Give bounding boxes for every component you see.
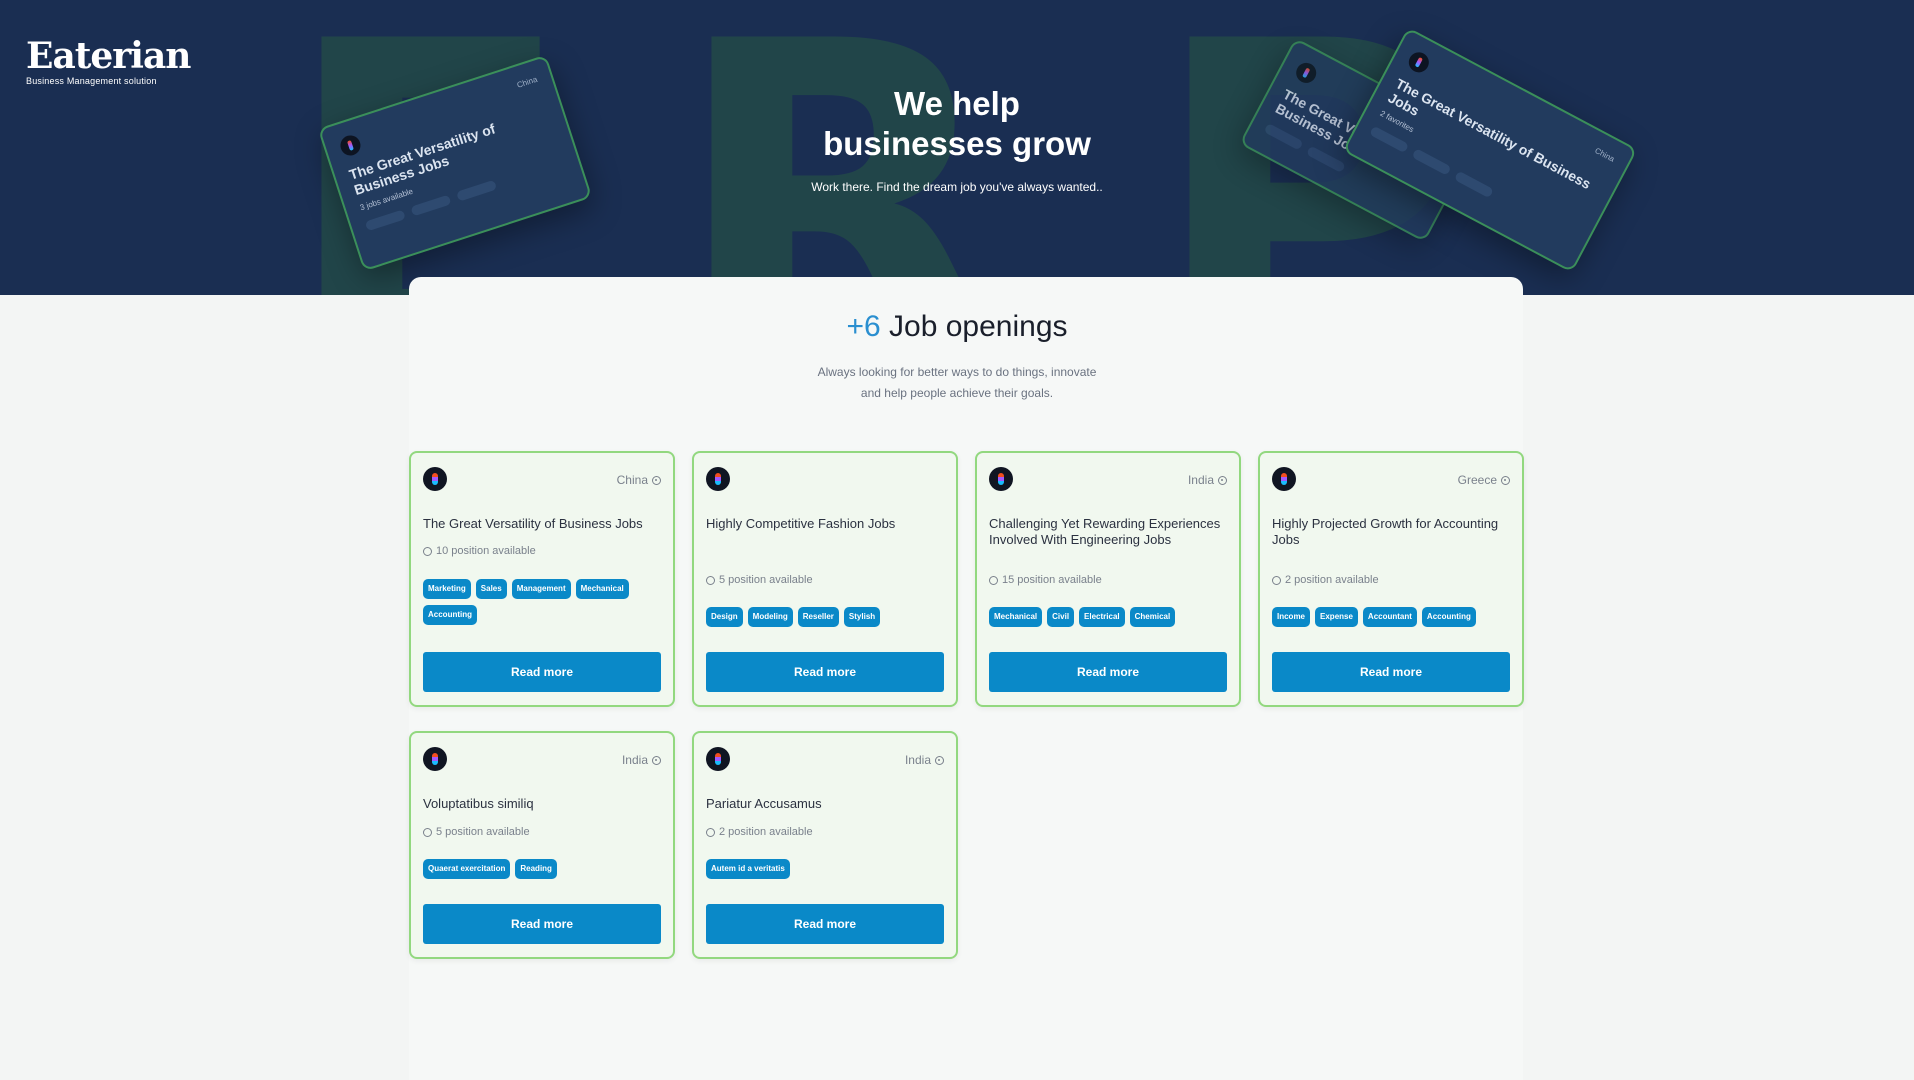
figma-logo-icon	[1272, 467, 1296, 491]
job-tags: Quaerat exercitation Reading	[423, 859, 663, 879]
job-positions: 5 position available	[423, 826, 530, 838]
job-location: China	[617, 473, 661, 487]
location-pin-icon	[1501, 475, 1510, 485]
job-positions: 10 position available	[423, 545, 536, 557]
read-more-button[interactable]: Read more	[989, 652, 1227, 692]
job-tag[interactable]: Marketing	[423, 579, 471, 599]
brand-name: Eaterian	[26, 35, 191, 77]
job-tag[interactable]: Accounting	[1421, 607, 1476, 627]
figma-logo-icon	[423, 467, 447, 491]
job-tag[interactable]: Design	[706, 607, 743, 627]
job-tag[interactable]: Accountant	[1362, 607, 1417, 627]
job-title: Voluptatibus similiq	[423, 796, 534, 811]
job-tag[interactable]: Expense	[1315, 607, 1358, 627]
figma-logo-icon	[1405, 48, 1433, 76]
figma-logo-icon	[706, 467, 730, 491]
job-positions: 2 position available	[706, 826, 813, 838]
job-tag[interactable]: Quaerat exercitation	[423, 859, 511, 879]
location-pin-icon	[935, 755, 944, 765]
job-tag[interactable]: Reading	[515, 859, 557, 879]
read-more-button[interactable]: Read more	[423, 904, 661, 944]
job-location: India	[622, 753, 661, 767]
read-more-button[interactable]: Read more	[1272, 652, 1510, 692]
job-tag[interactable]: Accounting	[423, 605, 477, 625]
read-more-button[interactable]: Read more	[706, 904, 944, 944]
job-card: Greece Highly Projected Growth for Accou…	[1258, 451, 1524, 707]
job-card: China The Great Versatility of Business …	[409, 451, 675, 707]
job-tag[interactable]: Stylish	[843, 607, 881, 627]
location-pin-icon	[652, 475, 661, 485]
job-title: Highly Projected Growth for Accounting J…	[1272, 516, 1499, 547]
hero-title-line2: businesses grow	[823, 125, 1091, 162]
location-pin-icon	[652, 755, 661, 765]
read-more-button[interactable]: Read more	[423, 652, 661, 692]
job-card: India Challenging Yet Rewarding Experien…	[975, 451, 1241, 707]
read-more-button[interactable]: Read more	[706, 652, 944, 692]
job-tag[interactable]: Autem id a veritatis	[706, 859, 790, 879]
figma-logo-icon	[989, 467, 1013, 491]
clock-icon	[706, 827, 715, 837]
job-tag[interactable]: Modeling	[747, 607, 793, 627]
openings-count: +6	[846, 310, 881, 343]
openings-subtitle: Always looking for better ways to do thi…	[0, 362, 1914, 404]
job-positions: 5 position available	[706, 574, 813, 586]
hero-banner: E R P China The Great Versatility of Bus…	[0, 0, 1914, 295]
hero-title: We help businesses grow	[0, 84, 1914, 164]
openings-subtitle-line1: Always looking for better ways to do thi…	[817, 365, 1097, 379]
job-tags: Marketing Sales Management Mechanical Ac…	[423, 579, 663, 625]
job-card: India Pariatur Accusamus 2 position avai…	[692, 731, 958, 959]
job-tags: Autem id a veritatis	[706, 859, 946, 879]
job-tag[interactable]: Reseller	[797, 607, 839, 627]
openings-heading: +6 Job openings	[0, 310, 1914, 344]
job-card: India Voluptatibus similiq 5 position av…	[409, 731, 675, 959]
location-pin-icon	[1218, 475, 1227, 485]
clock-icon	[1272, 575, 1281, 585]
job-title: Challenging Yet Rewarding Experiences In…	[989, 516, 1221, 547]
job-title: The Great Versatility of Business Jobs	[423, 516, 643, 531]
figma-logo-icon	[706, 747, 730, 771]
figma-logo-icon	[423, 747, 447, 771]
job-card: Highly Competitive Fashion Jobs 5 positi…	[692, 451, 958, 707]
clock-icon	[423, 546, 432, 556]
job-location: India	[905, 753, 944, 767]
job-tag[interactable]: Electrical	[1079, 607, 1125, 627]
job-location: Greece	[1458, 473, 1510, 487]
job-tag[interactable]: Management	[511, 579, 571, 599]
job-tag[interactable]: Mechanical	[989, 607, 1043, 627]
job-tag[interactable]: Chemical	[1129, 607, 1176, 627]
hero-title-line1: We help	[894, 85, 1020, 122]
job-tags: Income Expense Accountant Accounting	[1272, 607, 1512, 627]
brand-logo[interactable]: Eaterian Business Management solution	[26, 35, 191, 86]
job-positions: 15 position available	[989, 574, 1102, 586]
job-title: Pariatur Accusamus	[706, 796, 822, 811]
openings-subtitle-line2: and help people achieve their goals.	[860, 386, 1054, 400]
job-tag[interactable]: Sales	[475, 579, 507, 599]
hero-subtitle: Work there. Find the dream job you've al…	[811, 180, 1103, 194]
figma-logo-icon	[1292, 59, 1320, 87]
clock-icon	[706, 575, 715, 585]
job-tags: Design Modeling Reseller Stylish	[706, 607, 946, 627]
job-positions: 2 position available	[1272, 574, 1379, 586]
job-location: India	[1188, 473, 1227, 487]
job-title: Highly Competitive Fashion Jobs	[706, 516, 896, 531]
job-tag[interactable]: Civil	[1047, 607, 1075, 627]
job-tag[interactable]: Mechanical	[575, 579, 629, 599]
clock-icon	[423, 827, 432, 837]
job-tag[interactable]: Income	[1272, 607, 1311, 627]
clock-icon	[989, 575, 998, 585]
job-tags: Mechanical Civil Electrical Chemical	[989, 607, 1229, 627]
openings-title: Job openings	[889, 310, 1068, 343]
